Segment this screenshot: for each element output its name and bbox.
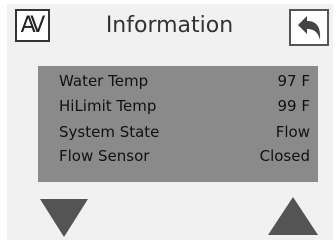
info-value: 99 F [277,97,310,115]
header: AV Information [7,4,333,48]
info-row: Flow Sensor Closed [38,143,318,169]
info-row: HiLimit Temp 99 F [38,93,318,119]
info-label: Flow Sensor [59,147,150,165]
info-value: 97 F [277,72,310,90]
device-screen: AV Information Water Temp 97 F HiLimit T… [7,4,333,240]
info-value: Closed [259,147,310,165]
down-triangle-icon [40,199,88,237]
back-arrow-icon [298,16,321,40]
scroll-up-button[interactable] [268,197,318,235]
scroll-down-button[interactable] [40,199,88,237]
back-button[interactable] [289,9,329,46]
up-triangle-icon [268,197,318,235]
page-title: Information [105,13,234,38]
info-value: Flow [275,123,310,141]
av-toggle-icon: AV [20,13,46,38]
info-label: HiLimit Temp [59,97,157,115]
info-row: Water Temp 97 F [38,68,318,94]
info-panel: Water Temp 97 F HiLimit Temp 99 F System… [38,66,318,182]
av-button[interactable]: AV [15,9,50,42]
info-label: System State [59,123,160,141]
info-label: Water Temp [59,72,149,90]
info-row: System State Flow [38,119,318,145]
